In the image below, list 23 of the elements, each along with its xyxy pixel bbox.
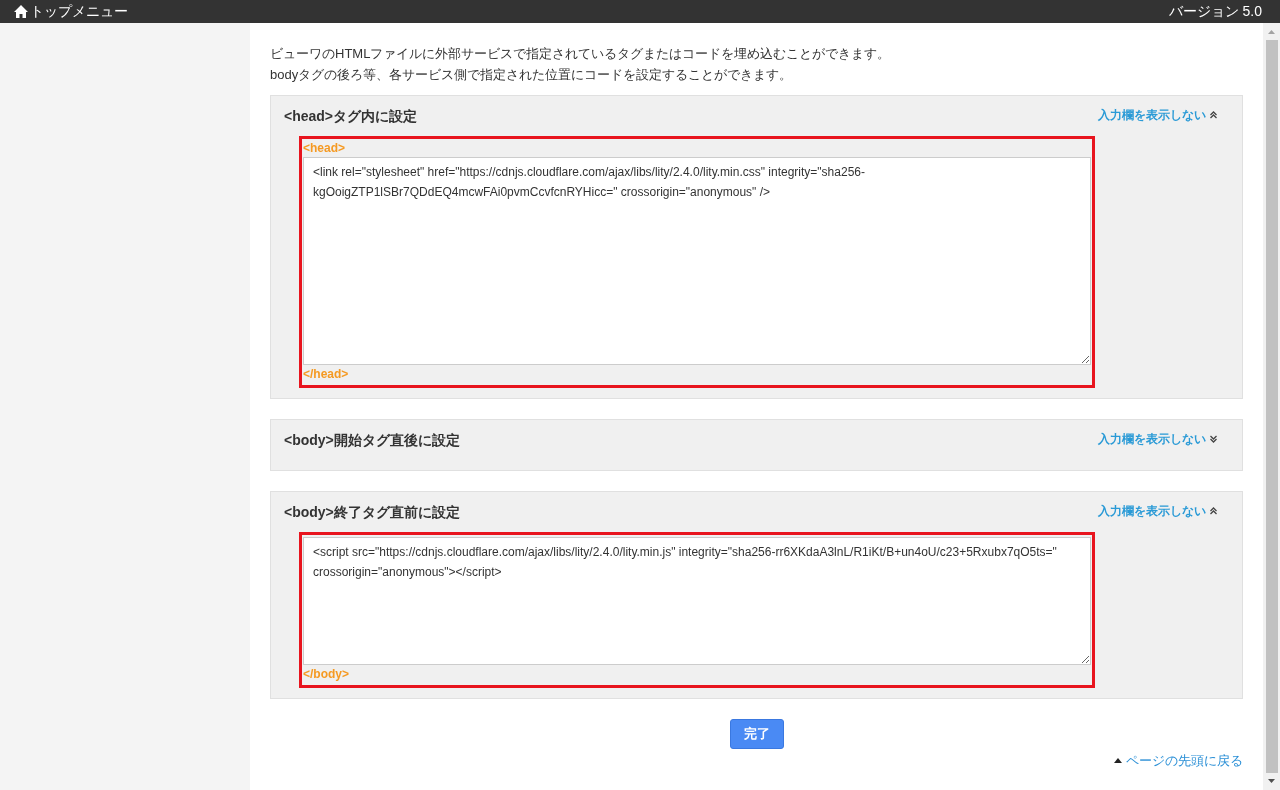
- toggle-link[interactable]: 入力欄を表示しない: [1098, 502, 1217, 520]
- chevron-down-icon: [1210, 435, 1217, 443]
- panel-title: <body>開始タグ直後に設定: [284, 431, 460, 450]
- chevron-up-icon: [1210, 507, 1217, 515]
- description-text: ビューワのHTMLファイルに外部サービスで指定されているタグまたはコードを埋め込むことができます。: [270, 45, 892, 63]
- scrollbar[interactable]: [1263, 23, 1280, 790]
- panel-title: <body>終了タグ直前に設定: [284, 503, 460, 522]
- back-to-top-link[interactable]: ページの先頭に戻る: [1126, 751, 1243, 771]
- toggle-link[interactable]: 入力欄を表示しない: [1098, 106, 1217, 124]
- code-input-field[interactable]: <link rel="stylesheet" href="https://cdnjs.cloudflare.com/ajax/libs/lity/2.4.0/lity.min.css" integrity="sha256-kgOoigZTP1lSBr7QDdEQ4mcwFAi0pvmCcvfcnRYHicc=" crossorigin="anonymous" />: [303, 157, 1091, 365]
- tag-label: <head>: [303, 140, 347, 157]
- description-text: bodyタグの後ろ等、各サービス側で指定された位置にコードを設定することができます。: [270, 66, 794, 84]
- top-menu-link[interactable]: トップメニュー: [30, 1, 128, 22]
- tag-label: </body>: [303, 666, 350, 683]
- panel-title: <head>タグ内に設定: [284, 107, 418, 126]
- tag-label: </head>: [303, 366, 350, 383]
- home-icon: [14, 5, 28, 18]
- done-button[interactable]: 完了: [729, 719, 784, 749]
- chevron-up-icon: [1210, 111, 1217, 119]
- toggle-link[interactable]: 入力欄を表示しない: [1098, 430, 1217, 448]
- version-label: バージョン 5.0: [1168, 2, 1263, 21]
- code-input-field[interactable]: <script src="https://cdnjs.cloudflare.com/ajax/libs/lity/2.4.0/lity.min.js" integrity="sha256-rr6XKdaA3lnL/R1iKt/B+un4oU/c23+5Rxubx7qO5ts=" crossorigin="anonymous"></script>: [303, 537, 1091, 665]
- triangle-up-icon: [1114, 758, 1122, 764]
